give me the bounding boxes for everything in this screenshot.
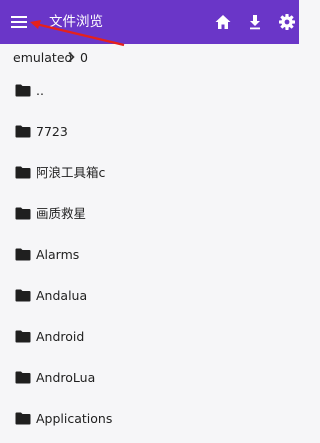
- folder-icon: [15, 84, 31, 97]
- file-list-item[interactable]: ..: [0, 70, 299, 111]
- file-list-item[interactable]: AndroLua: [0, 357, 299, 398]
- gear-icon: [279, 14, 295, 30]
- file-name: ..: [36, 83, 44, 98]
- file-name: AndroLua: [36, 370, 96, 385]
- download-icon: [250, 15, 260, 30]
- file-name: 画质救星: [36, 206, 87, 221]
- app-title: 文件浏览: [49, 14, 103, 30]
- file-list-item[interactable]: Alarms: [0, 234, 299, 275]
- folder-icon: [15, 330, 31, 343]
- file-name: 7723: [36, 124, 68, 139]
- file-list-item[interactable]: Android: [0, 316, 299, 357]
- download-button[interactable]: [245, 12, 265, 32]
- file-name: Alarms: [36, 247, 80, 262]
- file-list-item[interactable]: 7723: [0, 111, 299, 152]
- breadcrumb-item-0[interactable]: 0: [80, 50, 88, 65]
- file-name: Andalua: [36, 288, 88, 303]
- folder-icon: [15, 125, 31, 138]
- home-icon: [215, 15, 231, 29]
- breadcrumb-item-emulated[interactable]: emulated: [13, 50, 72, 65]
- folder-icon: [15, 248, 31, 261]
- file-name: Applications: [36, 411, 113, 426]
- menu-icon: [11, 16, 27, 28]
- file-list-item[interactable]: Applications: [0, 398, 299, 439]
- chevron-right-icon: [68, 51, 75, 63]
- folder-icon: [15, 371, 31, 384]
- file-list: .. 7723 阿浪工具箱c 画质救星 Alarms Andalua Android Andr…: [0, 70, 299, 439]
- breadcrumb: emulated 0: [0, 44, 299, 70]
- home-button[interactable]: [213, 12, 233, 32]
- file-name: 阿浪工具箱c: [36, 165, 106, 180]
- folder-icon: [15, 207, 31, 220]
- file-list-item[interactable]: Andalua: [0, 275, 299, 316]
- folder-icon: [15, 412, 31, 425]
- folder-icon: [15, 166, 31, 179]
- file-name: Android: [36, 329, 85, 344]
- settings-button[interactable]: [277, 12, 297, 32]
- folder-icon: [15, 289, 31, 302]
- app-bar: 文件浏览: [0, 0, 299, 44]
- file-list-item[interactable]: 画质救星: [0, 193, 299, 234]
- file-list-item[interactable]: 阿浪工具箱c: [0, 152, 299, 193]
- menu-button[interactable]: [9, 12, 29, 32]
